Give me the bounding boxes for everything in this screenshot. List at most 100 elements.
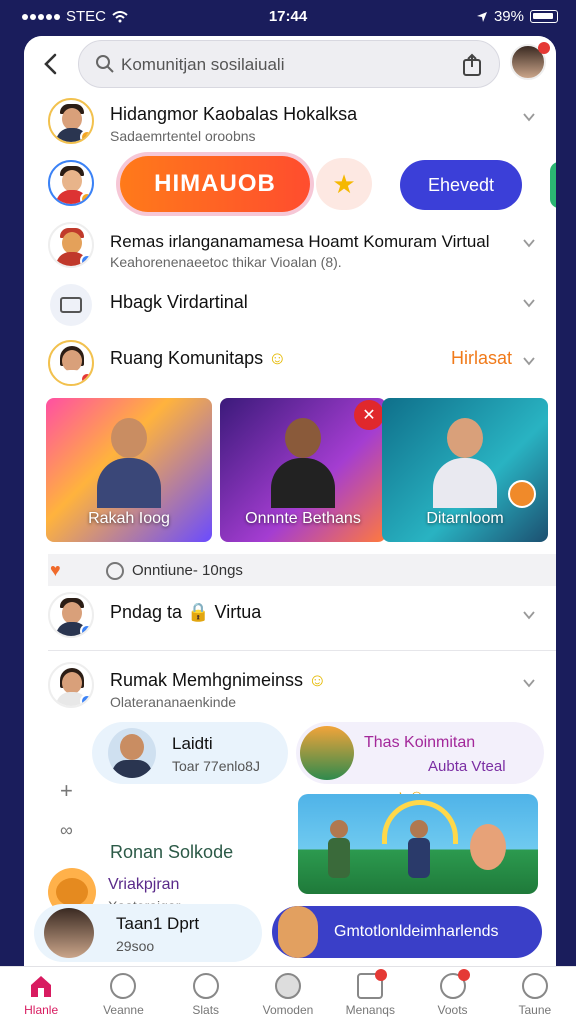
person-image <box>433 418 497 508</box>
nav-label: Menanqs <box>345 1003 395 1017</box>
row-title[interactable]: Hidangmor Kaobalas Hokalksa <box>110 104 357 125</box>
nav-label: Hlanle <box>24 1003 59 1017</box>
nav-label: Vomoden <box>262 1003 314 1017</box>
person-image <box>97 418 161 508</box>
link-icon[interactable]: ∞ <box>60 820 73 841</box>
search-input[interactable] <box>121 51 441 79</box>
community-card[interactable]: Rakah Ioog <box>46 398 212 542</box>
chevron-down-icon[interactable] <box>522 236 536 250</box>
nav-moments[interactable]: Vomoden <box>247 967 329 1024</box>
card-label: Onnnte Bethans <box>245 510 361 527</box>
kid-figure <box>328 820 350 880</box>
people-icon <box>110 973 137 999</box>
row-subtitle: Olaterananaenkinde <box>110 694 237 710</box>
chip-title: Taan1 Dprt <box>116 914 200 933</box>
chevron-left-icon <box>44 53 57 75</box>
nav-stats[interactable]: Slats <box>165 967 247 1024</box>
row-title[interactable]: Remas irlanganamamesa Hoamt Komuram Virt… <box>110 232 490 252</box>
nav-home[interactable]: Hlanle <box>0 967 82 1024</box>
bear-figure <box>470 824 506 870</box>
chip-title: Thas Koinmitan <box>364 734 476 751</box>
event-button[interactable]: Ehevedt <box>400 160 522 210</box>
community-thumbnail <box>300 726 354 780</box>
chevron-down-icon[interactable] <box>522 676 536 690</box>
avatar[interactable] <box>48 340 94 386</box>
notification-dot <box>375 969 388 981</box>
online-status-icon <box>106 562 124 580</box>
emoji-icon: ☺ <box>308 670 327 690</box>
back-button[interactable] <box>36 48 64 80</box>
section-title: Ronan Solkode <box>110 842 234 862</box>
nav-label: Slats <box>192 1003 220 1017</box>
clock-icon <box>192 973 219 999</box>
share-icon[interactable] <box>461 53 483 77</box>
community-card[interactable]: ✕ Onnnte Bethans <box>220 398 386 542</box>
star-icon[interactable]: ★ <box>316 158 372 210</box>
avatar <box>44 908 94 958</box>
row-subtitle: Sadaemrtentel oroobns <box>110 128 256 144</box>
chevron-down-icon[interactable] <box>522 296 536 310</box>
chevron-down-icon[interactable] <box>522 608 536 622</box>
compass-icon <box>274 973 301 999</box>
avatar <box>108 728 156 778</box>
online-bar <box>48 554 556 586</box>
nav-votes[interactable]: Voots <box>411 967 493 1024</box>
community-chip[interactable]: Thas Koinmitan Aubta Vteal <box>296 722 544 784</box>
avatar[interactable] <box>48 222 94 268</box>
notification-dot <box>457 969 470 981</box>
card-label: Ditarnloom <box>426 510 504 527</box>
nav-people[interactable]: Veanne <box>82 967 164 1024</box>
nav-profile[interactable]: Taune <box>494 967 576 1024</box>
chip-subtitle: Toar 77enlo8J <box>172 758 260 774</box>
chip-title: Laidti <box>172 734 213 753</box>
close-icon[interactable]: ✕ <box>354 400 384 430</box>
location-arrow-icon <box>476 11 487 22</box>
avatar[interactable] <box>48 662 94 708</box>
kid-figure <box>408 820 430 880</box>
search-bar[interactable] <box>78 40 500 88</box>
profile-avatar[interactable] <box>510 42 550 80</box>
smile-emoji-icon: ☺ <box>268 348 287 368</box>
chevron-down-icon[interactable] <box>522 110 536 124</box>
see-more-link[interactable]: Hirlasat <box>451 348 512 369</box>
game-card[interactable] <box>298 794 538 894</box>
battery-percent: 39% <box>493 8 524 25</box>
featured-button[interactable]: HIMAUOB <box>120 156 310 212</box>
row-title[interactable]: Pndag ta 🔒 Virtua <box>110 602 261 623</box>
avatar[interactable] <box>48 98 94 144</box>
nav-label: Voots <box>437 1003 468 1017</box>
badge-icon <box>508 480 536 508</box>
nav-messages[interactable]: Menanqs <box>329 967 411 1024</box>
community-card[interactable]: Ditarnloom <box>382 398 548 542</box>
row-title[interactable]: Ruang Komunitaps ☺ <box>110 348 287 369</box>
member-chip[interactable]: Laidti Toar 77enlo8J <box>92 722 288 784</box>
status-bar: STEC 17:44 39% <box>0 0 576 34</box>
app-window: Hidangmor Kaobalas Hokalksa Sadaemrtente… <box>24 36 556 966</box>
search-icon <box>96 55 114 73</box>
avatar[interactable] <box>48 592 94 638</box>
notification-dot <box>538 42 550 54</box>
online-count: Onntiune- 10ngs <box>132 562 243 579</box>
palette-icon <box>439 969 470 999</box>
avatar[interactable] <box>48 160 94 206</box>
section-subtitle[interactable]: Vriakpjran <box>108 876 179 894</box>
row-title[interactable]: Hbagk Virdartinal <box>110 292 248 313</box>
member-chip[interactable]: Taan1 Dprt 29soo <box>34 904 262 962</box>
nav-label: Taune <box>518 1003 552 1017</box>
battery-icon <box>530 10 558 23</box>
chevron-down-icon[interactable] <box>522 354 536 368</box>
top-bar <box>24 36 556 92</box>
add-icon[interactable]: + <box>60 778 73 804</box>
bottom-nav: Hlanle Veanne Slats Vomoden Menanqs Voot… <box>0 966 576 1024</box>
window-icon <box>50 284 92 326</box>
lock-icon: 🔒 <box>187 602 210 622</box>
divider <box>48 650 556 651</box>
chip-subtitle: Aubta Vteal <box>428 758 506 775</box>
user-icon <box>521 973 548 999</box>
row-subtitle: Keahorenenaeetoc thikar Vioalan (8). <box>110 254 342 270</box>
scroll-hint <box>550 162 556 208</box>
heart-icon[interactable]: ♥ <box>50 560 61 581</box>
fox-mascot-icon <box>278 906 318 958</box>
card-label: Rakah Ioog <box>88 510 170 527</box>
row-title[interactable]: Rumak Memhgnimeinss ☺ <box>110 670 326 691</box>
